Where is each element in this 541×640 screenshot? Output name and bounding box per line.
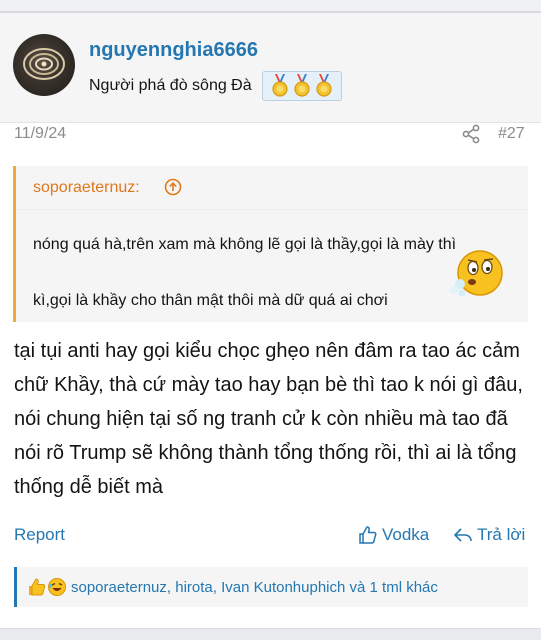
reply-icon: [454, 528, 472, 542]
thumbs-up-icon: [359, 526, 377, 544]
post-date[interactable]: 11/9/24: [14, 125, 66, 143]
quote-text-line: kì,gọi là khầy cho thân mật thôi mà dữ q…: [33, 292, 388, 309]
user-block: nguyennghia6666 Người phá đò sông Đà: [0, 13, 541, 123]
quote-header: soporaeternuz:: [16, 166, 528, 210]
reply-label: Trả lời: [477, 525, 526, 544]
thumbs-up-icon: [29, 578, 46, 596]
reaction-users[interactable]: soporaeternuz, hirota, Ivan Kutonhuphich…: [71, 579, 438, 596]
like-button[interactable]: Vodka: [358, 523, 429, 547]
gold-medal-icon: [316, 74, 332, 97]
post-number[interactable]: #27: [498, 125, 525, 143]
quote-block: soporaeternuz: nóng quá hà,trên xam mà k…: [13, 166, 528, 322]
gold-medal-icon: [272, 74, 288, 97]
report-link[interactable]: Report: [14, 525, 65, 545]
avatar[interactable]: [13, 34, 75, 96]
post-body: tại tụi anti hay gọi kiểu chọc ghẹo nên …: [14, 340, 523, 498]
laughing-emoji-icon: [48, 578, 66, 596]
quote-author[interactable]: soporaeternuz:: [33, 179, 140, 197]
reaction-icons: [27, 577, 67, 597]
share-icon[interactable]: [461, 124, 481, 144]
previous-post-edge: [0, 0, 541, 12]
medal-badges: [262, 71, 342, 101]
gold-medal-icon: [294, 74, 310, 97]
reply-button[interactable]: Trả lời: [453, 523, 525, 547]
user-title: Người phá đò sông Đà: [89, 77, 252, 94]
exasperated-emoji-icon: [449, 250, 503, 297]
username[interactable]: nguyennghia6666: [89, 39, 258, 62]
like-label: Vodka: [382, 525, 430, 544]
reactions-bar: soporaeternuz, hirota, Ivan Kutonhuphich…: [14, 567, 528, 607]
arrow-up-circle-icon[interactable]: [164, 178, 182, 196]
next-post-edge: [0, 628, 541, 640]
quote-text-line: nóng quá hà,trên xam mà không lẽ gọi là …: [33, 236, 457, 253]
